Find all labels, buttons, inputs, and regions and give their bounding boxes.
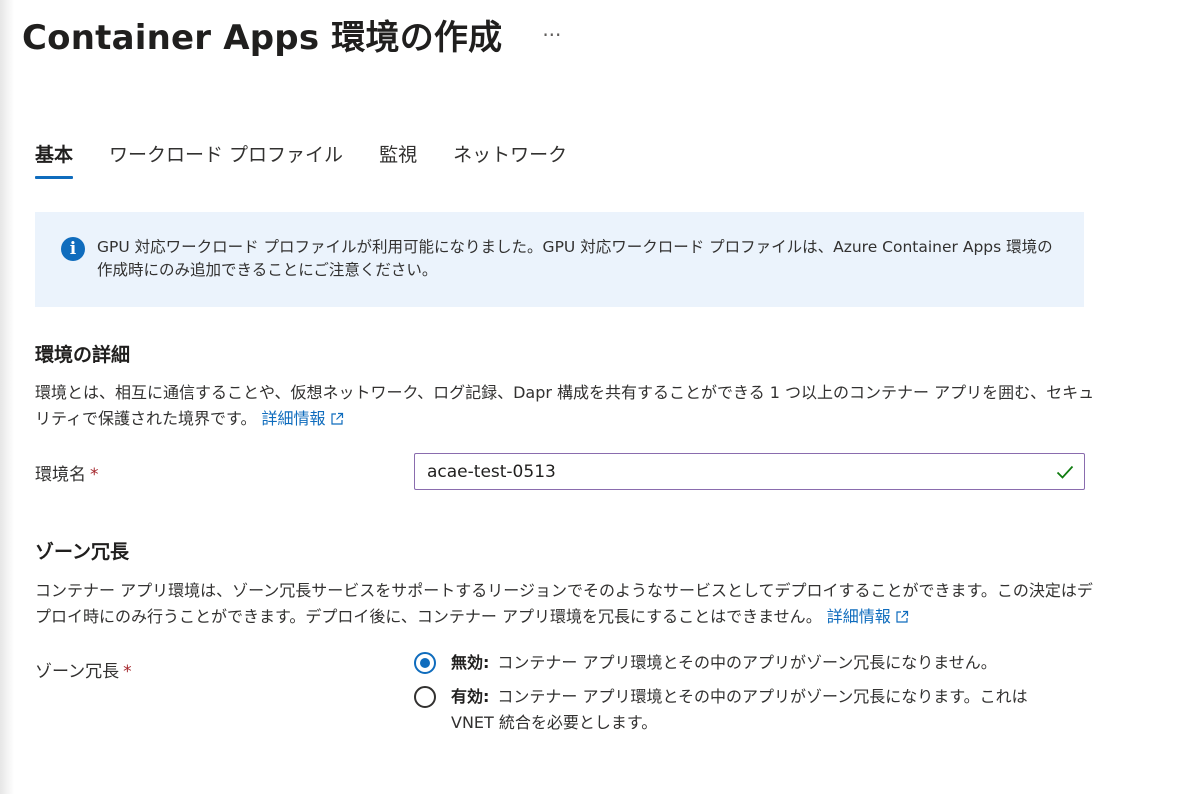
zone-learn-more-label: 詳細情報 xyxy=(826,607,891,626)
info-icon: i xyxy=(61,237,85,261)
environment-learn-more-label: 詳細情報 xyxy=(261,409,326,428)
tab-basics[interactable]: 基本 xyxy=(35,140,74,179)
environment-details-heading: 環境の詳細 xyxy=(35,344,131,366)
tab-bar: 基本 ワークロード プロファイル 監視 ネットワーク xyxy=(35,140,567,179)
environment-name-label-text: 環境名 xyxy=(35,465,86,485)
radio-option-description: コンテナー アプリ環境とその中のアプリがゾーン冗長になります。これは VNET … xyxy=(451,687,1028,732)
valid-check-icon xyxy=(1056,465,1074,479)
environment-name-label: 環境名 * xyxy=(35,460,99,485)
radio-option-description: コンテナー アプリ環境とその中のアプリがゾーン冗長になりません。 xyxy=(497,653,997,672)
more-options-button[interactable]: ··· xyxy=(542,25,561,51)
title-row: Container Apps 環境の作成 ··· xyxy=(22,16,561,60)
environment-details-description-text: 環境とは、相互に通信することや、仮想ネットワーク、ログ記録、Dapr 構成を共有… xyxy=(35,383,1095,428)
zone-redundancy-disabled-option[interactable]: 無効: コンテナー アプリ環境とその中のアプリがゾーン冗長になりません。 xyxy=(414,650,1074,676)
zone-redundancy-description-text: コンテナー アプリ環境は、ゾーン冗長サービスをサポートするリージョンでそのような… xyxy=(35,581,1093,626)
zone-redundancy-radio-group: 無効: コンテナー アプリ環境とその中のアプリがゾーン冗長になりません。 有効: コ… xyxy=(414,650,1074,744)
environment-learn-more-link[interactable]: 詳細情報 xyxy=(262,409,344,428)
radio-option-text: 無効: コンテナー アプリ環境とその中のアプリがゾーン冗長になりません。 xyxy=(451,650,1051,676)
required-asterisk: * xyxy=(90,465,99,485)
zone-learn-more-link[interactable]: 詳細情報 xyxy=(827,607,909,626)
zone-redundancy-label-text: ゾーン冗長 xyxy=(35,662,120,682)
environment-name-input[interactable] xyxy=(415,454,1056,489)
tab-monitoring[interactable]: 監視 xyxy=(379,140,417,179)
radio-option-label: 無効: xyxy=(451,653,490,672)
zone-redundancy-description: コンテナー アプリ環境は、ゾーン冗長サービスをサポートするリージョンでそのような… xyxy=(35,578,1105,630)
info-banner: i GPU 対応ワークロード プロファイルが利用可能になりました。GPU 対応ワ… xyxy=(35,212,1084,307)
tab-workload-profiles[interactable]: ワークロード プロファイル xyxy=(109,140,343,179)
external-link-icon xyxy=(896,610,908,623)
environment-name-field xyxy=(414,453,1085,490)
zone-redundancy-enabled-option[interactable]: 有効: コンテナー アプリ環境とその中のアプリがゾーン冗長になります。これは VN… xyxy=(414,684,1074,736)
radio-option-text: 有効: コンテナー アプリ環境とその中のアプリがゾーン冗長になります。これは VN… xyxy=(451,684,1051,736)
required-asterisk: * xyxy=(123,662,132,682)
info-banner-text: GPU 対応ワークロード プロファイルが利用可能になりました。GPU 対応ワーク… xyxy=(97,238,1053,279)
blade-edge-shadow xyxy=(0,0,14,794)
external-link-icon xyxy=(330,412,343,425)
zone-redundancy-heading: ゾーン冗長 xyxy=(35,541,130,563)
radio-button[interactable] xyxy=(414,686,436,708)
radio-button-selected[interactable] xyxy=(414,652,436,674)
environment-details-description: 環境とは、相互に通信することや、仮想ネットワーク、ログ記録、Dapr 構成を共有… xyxy=(35,380,1105,432)
zone-redundancy-label: ゾーン冗長 * xyxy=(35,657,132,682)
page-title: Container Apps 環境の作成 xyxy=(22,18,503,58)
tab-networking[interactable]: ネットワーク xyxy=(453,140,567,179)
radio-option-label: 有効: xyxy=(451,687,490,706)
